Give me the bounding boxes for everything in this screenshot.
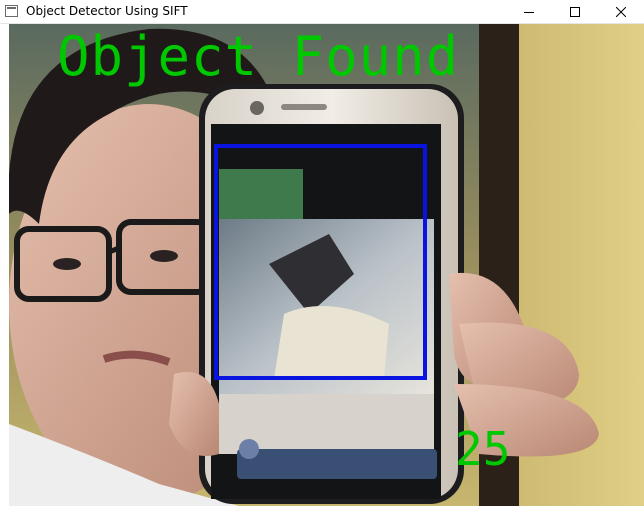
minimize-button[interactable]	[506, 0, 552, 23]
title-bar[interactable]: Object Detector Using SIFT	[0, 0, 644, 24]
match-count-text: 25	[455, 422, 511, 476]
window-title: Object Detector Using SIFT	[26, 4, 188, 18]
close-icon	[616, 6, 626, 17]
maximize-icon	[570, 6, 580, 17]
camera-feed: Object Found 25	[9, 24, 644, 506]
minimize-icon	[524, 11, 534, 13]
maximize-button[interactable]	[552, 0, 598, 23]
close-button[interactable]	[598, 0, 644, 23]
detection-status-text: Object Found	[57, 25, 460, 88]
window-app-icon	[5, 5, 18, 17]
detection-bounding-box	[214, 144, 427, 380]
